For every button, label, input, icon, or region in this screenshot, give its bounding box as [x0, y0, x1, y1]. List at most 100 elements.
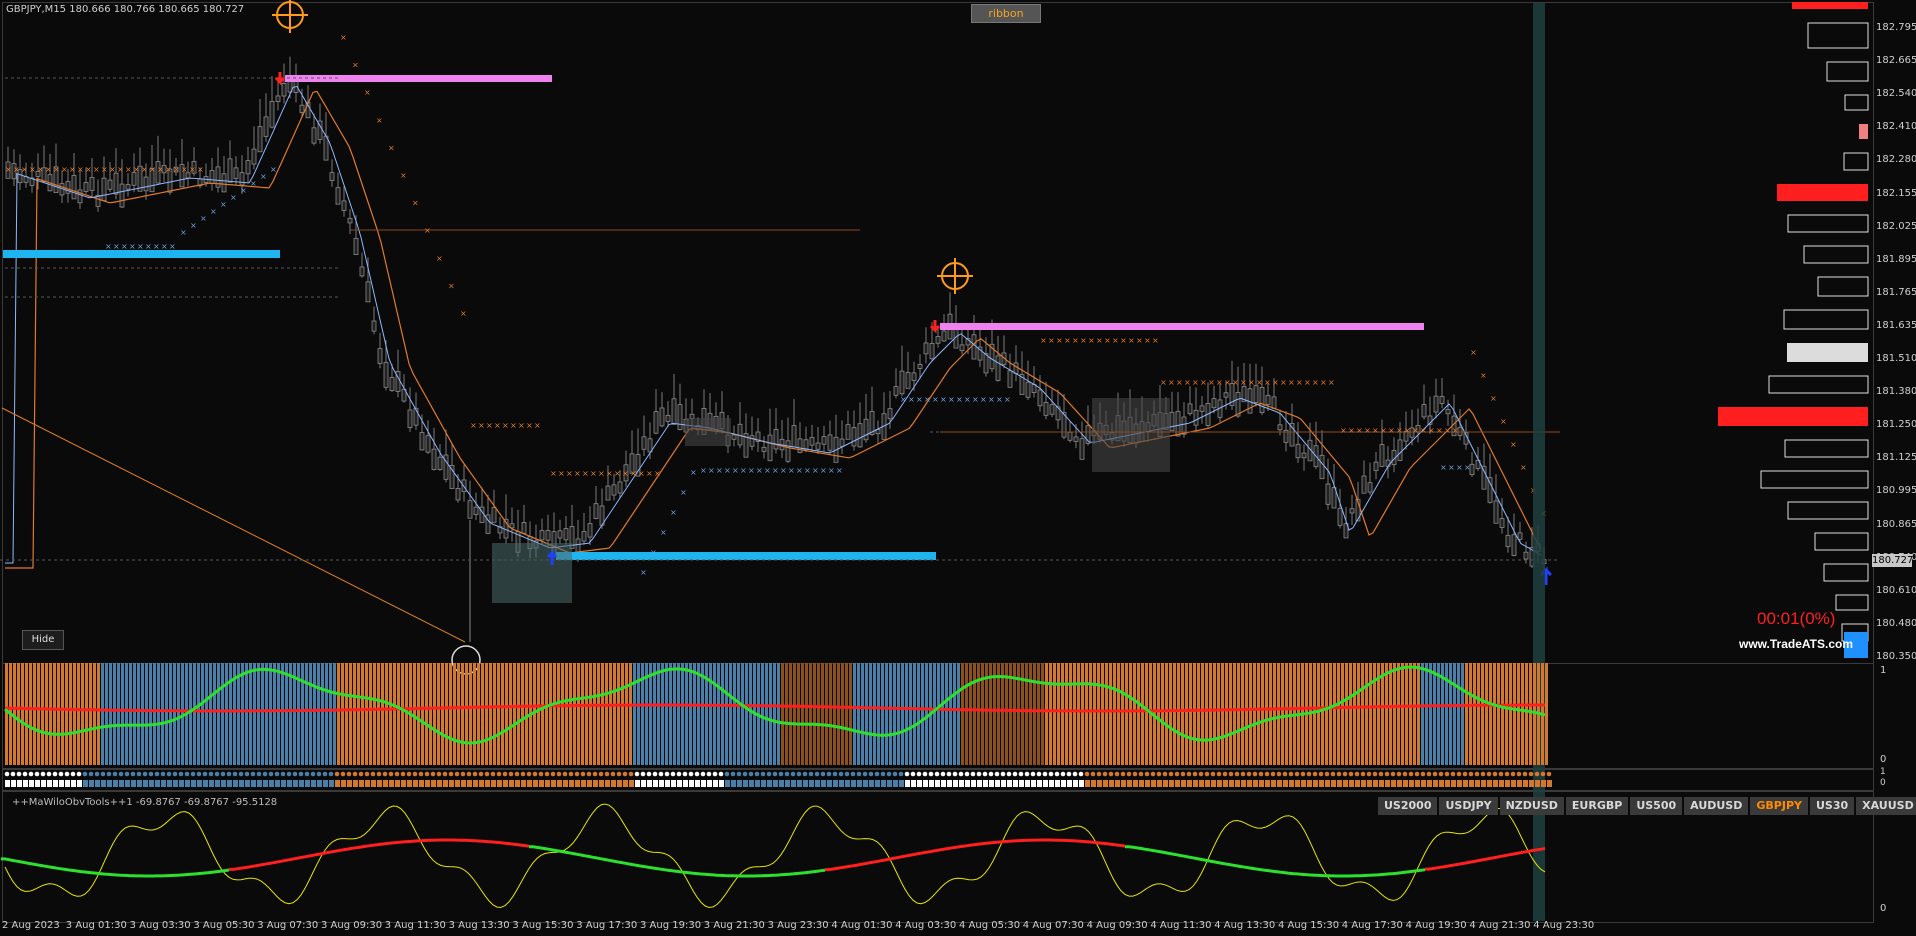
ribbon-histogram-bar [973, 663, 976, 765]
candle-body [647, 438, 653, 453]
ribbon-histogram-bar [1225, 663, 1228, 765]
dot-mark [1336, 771, 1342, 777]
ribbon-histogram-bar [685, 663, 688, 765]
ribbon-histogram-bar [161, 663, 164, 765]
symbol-button-nzdusd[interactable]: NZDUSD [1499, 797, 1564, 815]
time-axis-label: 4 Aug 21:30 [1469, 920, 1531, 931]
dot-block [1199, 780, 1204, 787]
symbol-button-usdjpy[interactable]: USDJPY [1439, 797, 1498, 815]
psar-mark: × [141, 165, 148, 174]
psar-mark: × [680, 488, 687, 497]
dot-mark [1390, 771, 1396, 777]
trading-chart[interactable]: × × × × × × × × × × × × × × × × × × × × × × × × × × × × × × × × × × × × × × × ×… [0, 0, 1916, 936]
dot-mark [1018, 771, 1024, 777]
volume-profile-bar [1859, 124, 1868, 139]
candle-body [89, 177, 95, 191]
dot-block [1175, 780, 1180, 787]
volume-profile-bar [1817, 276, 1869, 297]
ribbon-button[interactable]: ribbon [971, 4, 1041, 23]
dot-mark [466, 771, 472, 777]
dot-block [1505, 780, 1510, 787]
dot-mark [400, 771, 406, 777]
dot-mark [1528, 771, 1534, 777]
dot-block [911, 780, 916, 787]
dot-block [629, 780, 634, 787]
dot-mark [736, 771, 742, 777]
ribbon-histogram-bar [909, 663, 912, 765]
ribbon-histogram-bar [673, 663, 676, 765]
hide-button[interactable]: Hide [22, 630, 64, 650]
psar-mark: × [622, 469, 629, 478]
ribbon-histogram-bar [713, 663, 716, 765]
psar-mark: × [1388, 426, 1395, 435]
ribbon-histogram-bar [761, 663, 764, 765]
dot-mark [172, 771, 178, 777]
dot-mark [586, 771, 592, 777]
dot-mark [430, 771, 436, 777]
dot-block [563, 780, 568, 787]
ribbon-histogram-bar [145, 663, 148, 765]
dot-mark [982, 771, 988, 777]
symbol-button-eurgbp[interactable]: EURGBP [1565, 797, 1629, 815]
ribbon-histogram-bar [21, 663, 24, 765]
psar-mark: × [1072, 336, 1079, 345]
ribbon-histogram-bar [1001, 663, 1004, 765]
dot-block [335, 780, 340, 787]
ribbon-histogram-bar [837, 663, 840, 765]
psar-mark: × [1176, 378, 1183, 387]
dot-block [953, 780, 958, 787]
chart-canvas: × × × × × × × × × × × × × × × × × × × × × × × × ××××××××××××× × × ×… [0, 0, 1869, 921]
candle-body [731, 434, 737, 440]
dot-mark [580, 771, 586, 777]
time-axis-label: 4 Aug 07:30 [1022, 920, 1084, 931]
psar-mark: × [1224, 378, 1231, 387]
dot-block [1415, 780, 1420, 787]
symbol-button-us30[interactable]: US30 [1809, 797, 1855, 815]
ribbon-histogram-bar [433, 663, 436, 765]
psar-mark: × [200, 214, 207, 223]
psar-mark: × [1328, 378, 1335, 387]
candle-body [473, 506, 479, 515]
symbol-button-gbpjpy[interactable]: GBPJPY [1750, 797, 1808, 815]
dot-mark [970, 771, 976, 777]
ribbon-histogram-bar [1513, 663, 1516, 765]
psar-mark: × [558, 469, 565, 478]
psar-mark: × [93, 165, 100, 174]
ribbon-histogram-bar [1325, 663, 1328, 765]
candle-body [1421, 404, 1427, 418]
dot-mark [64, 771, 70, 777]
symbol-button-xauusd[interactable]: XAUUSD [1856, 797, 1916, 815]
candle-body [71, 174, 77, 200]
dot-mark [916, 771, 922, 777]
dot-block [929, 780, 934, 787]
ribbon-histogram-bar [465, 663, 468, 765]
ribbon-histogram-bar [501, 663, 504, 765]
dot-mark [892, 771, 898, 777]
psar-mark: × [364, 88, 371, 97]
psar-mark: × [1192, 378, 1199, 387]
dot-block [731, 780, 736, 787]
dot-mark [1252, 771, 1258, 777]
symbol-button-us2000[interactable]: US2000 [1378, 797, 1438, 815]
dot-mark [190, 771, 196, 777]
dot-mark [1036, 771, 1042, 777]
candle-body [377, 348, 383, 364]
dot-mark [1342, 771, 1348, 777]
ribbon-histogram-bar [1085, 663, 1088, 765]
ribbon-histogram-bar [105, 663, 108, 765]
dot-mark [1426, 771, 1432, 777]
dot-mark [646, 771, 652, 777]
psar-mark: × [129, 242, 136, 251]
ribbon-histogram-bar [693, 663, 696, 765]
dot-block [383, 780, 388, 787]
symbol-button-us500[interactable]: US500 [1630, 797, 1683, 815]
dot-block [587, 780, 592, 787]
psar-mark: × [197, 165, 204, 174]
dots-axis-bottom: 0 [1880, 778, 1886, 788]
psar-mark: × [566, 469, 573, 478]
symbol-button-audusd[interactable]: AUDUSD [1684, 797, 1749, 815]
ribbon-histogram-bar [1169, 663, 1172, 765]
psar-mark: × [916, 395, 923, 404]
dot-block [1235, 780, 1240, 787]
ribbon-histogram-bar [905, 663, 908, 765]
